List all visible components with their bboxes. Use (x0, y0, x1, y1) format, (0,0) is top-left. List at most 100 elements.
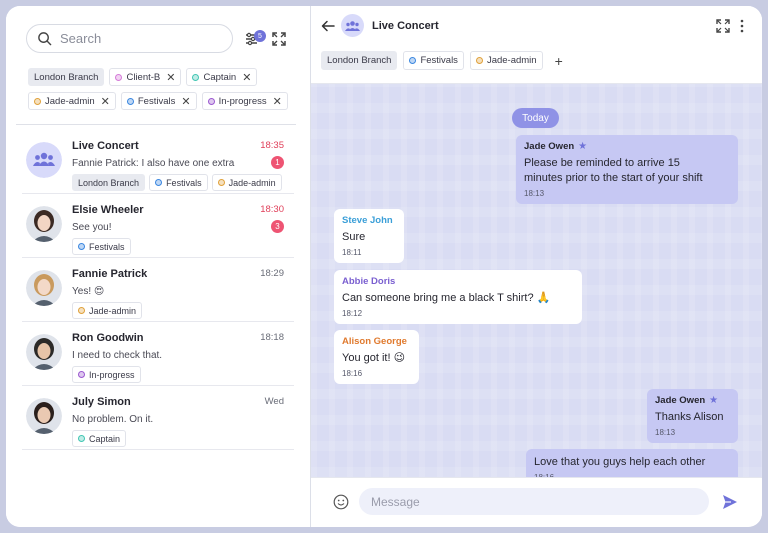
remove-icon[interactable]: ✕ (101, 95, 110, 108)
message-sender: Steve John (342, 215, 396, 226)
tag-label: Captain (203, 71, 237, 83)
chat-panel: Live Concert London Branch Festivals Jade-… (311, 6, 762, 527)
tag-color-dot (409, 57, 417, 64)
expand-icon[interactable] (716, 19, 730, 33)
avatar (26, 142, 62, 178)
message-sender: Abbie Doris (342, 276, 574, 287)
message-bubble[interactable]: Abbie Doris Can someone bring me a black … (334, 270, 582, 324)
remove-icon[interactable]: ✕ (166, 71, 175, 84)
message-sender: Alison George (342, 336, 411, 347)
message-time: 18:16 (342, 369, 363, 378)
tag-chip: Jade-admin (72, 302, 143, 319)
tag-chip[interactable]: Jade-admin (469, 51, 543, 70)
message-bubble[interactable]: Steve John Sure 18:11 (334, 209, 404, 263)
active-filter-chips: London Branch Client-B ✕ Captain ✕ Jade-admi… (28, 68, 288, 116)
composer (311, 477, 762, 527)
message-area[interactable]: Today Jade Owen ★ Please be reminded to ar… (311, 84, 762, 477)
tag-label: Jade-admin (486, 55, 537, 66)
tag-chip: Festivals (72, 238, 131, 255)
tag-label: Jade-admin (89, 305, 137, 316)
chat-tags: London Branch Festivals Jade-admin + (321, 51, 563, 70)
tag-color-dot (475, 57, 483, 64)
tag-chip[interactable]: London Branch (321, 51, 398, 70)
conversation-item[interactable]: Live Concert Fannie Patrick: I also have … (22, 130, 294, 194)
tag-color-dot (34, 97, 41, 105)
star-icon: ★ (578, 141, 588, 152)
filter-count-badge: 5 (254, 30, 266, 42)
tag-label: In-progress (218, 95, 267, 107)
avatar-photo (26, 270, 62, 306)
conversation-tags: London Branch Festivals Jade-admin (72, 174, 282, 191)
sender-name: Abbie Doris (342, 276, 396, 287)
group-icon (345, 20, 360, 31)
message-bubble[interactable]: Jade Owen ★ Thanks Alison 18:13 (647, 389, 738, 443)
message-text: Can someone bring me a black T shirt? 🙏 (342, 291, 574, 306)
tag-label: London Branch (327, 55, 392, 66)
back-arrow-icon[interactable] (321, 19, 335, 33)
message-text: Love that you guys help each other (534, 455, 730, 470)
tag-chip[interactable]: London Branch (28, 68, 105, 86)
avatar (26, 398, 62, 434)
tag-chip[interactable]: Client-B ✕ (109, 68, 182, 86)
sender-name: Steve John (342, 215, 393, 226)
date-divider: Today (512, 108, 559, 128)
send-icon[interactable] (721, 493, 739, 511)
conversation-time: 18:18 (260, 332, 284, 343)
tag-label: Captain (89, 433, 121, 444)
tag-chip[interactable]: Festivals (403, 51, 464, 70)
tag-label: Festivals (166, 177, 202, 188)
conversation-item[interactable]: July Simon No problem. On it. Wed Captain (22, 386, 294, 450)
more-vertical-icon[interactable] (739, 18, 745, 34)
conversation-tags: Jade-admin (72, 302, 143, 319)
emoji-icon[interactable] (333, 494, 349, 510)
conversation-list: Live Concert Fannie Patrick: I also have … (22, 130, 294, 450)
message-text: Thanks Alison (655, 410, 730, 425)
message-line: Please be reminded to arrive 15 (524, 157, 680, 169)
conversation-item[interactable]: Elsie Wheeler See you! 18:30 3 Festivals (22, 194, 294, 258)
remove-icon[interactable]: ✕ (181, 95, 190, 108)
remove-icon[interactable]: ✕ (242, 71, 251, 84)
conversation-preview: I need to check that. (72, 350, 163, 361)
conversation-item[interactable]: Fannie Patrick Yes! 😍 18:29 Jade-admin (22, 258, 294, 322)
tag-color-dot (78, 243, 85, 250)
app-window: 5 London Branch Client-B ✕ Captain ✕ Jade-ad… (6, 6, 762, 527)
tag-chip: Jade-admin (211, 174, 282, 191)
tag-color-dot (192, 73, 200, 81)
add-tag-icon[interactable]: + (555, 53, 563, 69)
sender-name: Jade Owen (524, 141, 575, 152)
unread-badge: 1 (271, 156, 284, 169)
avatar (26, 270, 62, 306)
message-line: You got it! 😉 (342, 352, 406, 364)
message-text: You got it! 😉 (342, 351, 411, 366)
group-avatar (341, 14, 364, 37)
tag-chip[interactable]: Jade-admin ✕ (28, 92, 116, 110)
message-line: Love that you guys help each other (534, 456, 706, 468)
conversation-preview: No problem. On it. (72, 414, 154, 425)
tag-label: London Branch (34, 71, 99, 83)
tag-color-dot (78, 307, 85, 314)
tag-chip: In-progress (72, 366, 141, 383)
message-bubble[interactable]: Jade Owen ★ Please be reminded to arrive 1… (516, 135, 738, 204)
tag-color-dot (207, 97, 215, 105)
tag-color-dot (78, 371, 85, 378)
message-line: minutes prior to the start of your shift (524, 172, 703, 184)
tag-chip[interactable]: Festivals ✕ (120, 92, 197, 110)
conversation-item[interactable]: Ron Goodwin I need to check that. 18:18 In-… (22, 322, 294, 386)
expand-icon[interactable] (270, 30, 288, 48)
chat-title: Live Concert (372, 20, 439, 32)
message-input[interactable] (359, 488, 709, 515)
tag-label: Festivals (137, 95, 176, 107)
tag-chip[interactable]: In-progress ✕ (201, 92, 288, 110)
star-icon: ★ (709, 395, 719, 406)
message-line: Sure (342, 231, 366, 243)
tag-chip[interactable]: Captain ✕ (186, 68, 258, 86)
message-bubble[interactable]: Love that you guys help each other18:16 (526, 449, 738, 477)
search-box[interactable] (26, 24, 233, 53)
conversation-panel: 5 London Branch Client-B ✕ Captain ✕ Jade-ad… (6, 6, 311, 527)
message-line: Thanks Alison (655, 411, 724, 423)
conversation-tags: In-progress (72, 366, 141, 383)
message-bubble[interactable]: Alison George You got it! 😉 18:16 (334, 330, 419, 384)
search-input[interactable] (60, 31, 210, 46)
remove-icon[interactable]: ✕ (273, 95, 282, 108)
avatar (26, 334, 62, 370)
